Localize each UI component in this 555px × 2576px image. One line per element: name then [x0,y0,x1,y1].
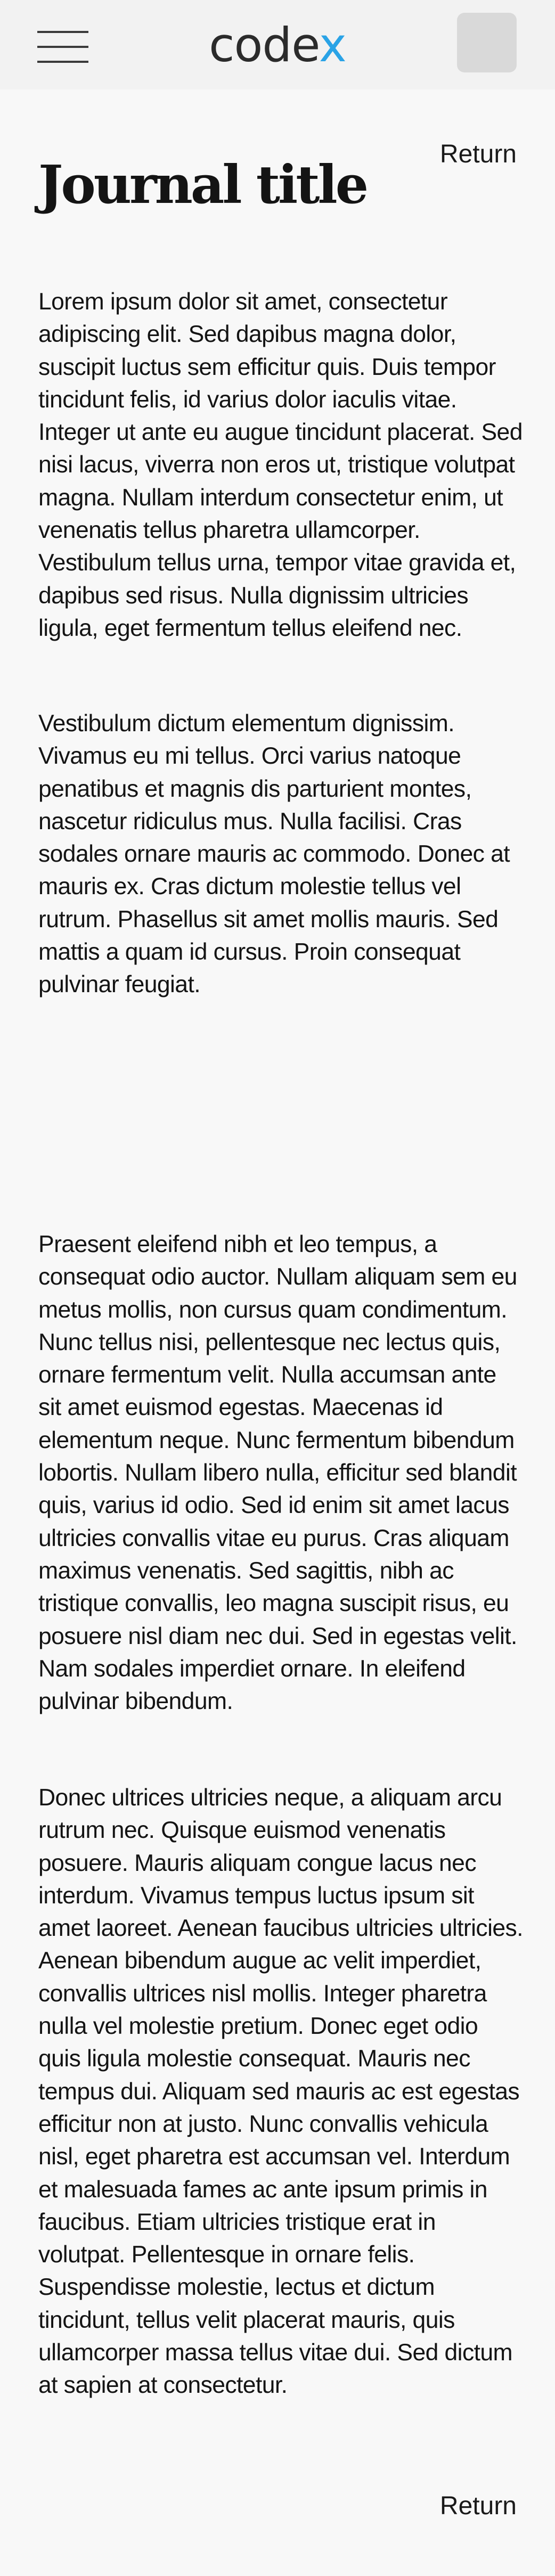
return-link-bottom[interactable]: Return [440,2490,517,2522]
brand-logo-accent: x [319,18,347,72]
article-paragraph: Vestibulum dictum elementum dignissim. V… [38,710,510,998]
brand-logo-text: code [209,18,320,72]
menu-line [37,31,88,33]
hamburger-menu-icon[interactable] [37,31,88,63]
top-navigation-bar: codex [0,0,555,89]
menu-line [37,46,88,48]
menu-line [37,61,88,63]
page-title: Journal title [38,154,369,216]
article-paragraph: Praesent eleifend nibh et leo tempus, a … [38,1231,517,1715]
return-link-top[interactable]: Return [440,138,517,170]
article-paragraph: Lorem ipsum dolor sit amet, consectetur … [38,289,523,641]
article-paragraph: Donec ultrices ultricies neque, a aliqua… [38,1785,524,2399]
avatar[interactable] [457,13,517,72]
brand-logo[interactable]: codex [202,16,353,75]
